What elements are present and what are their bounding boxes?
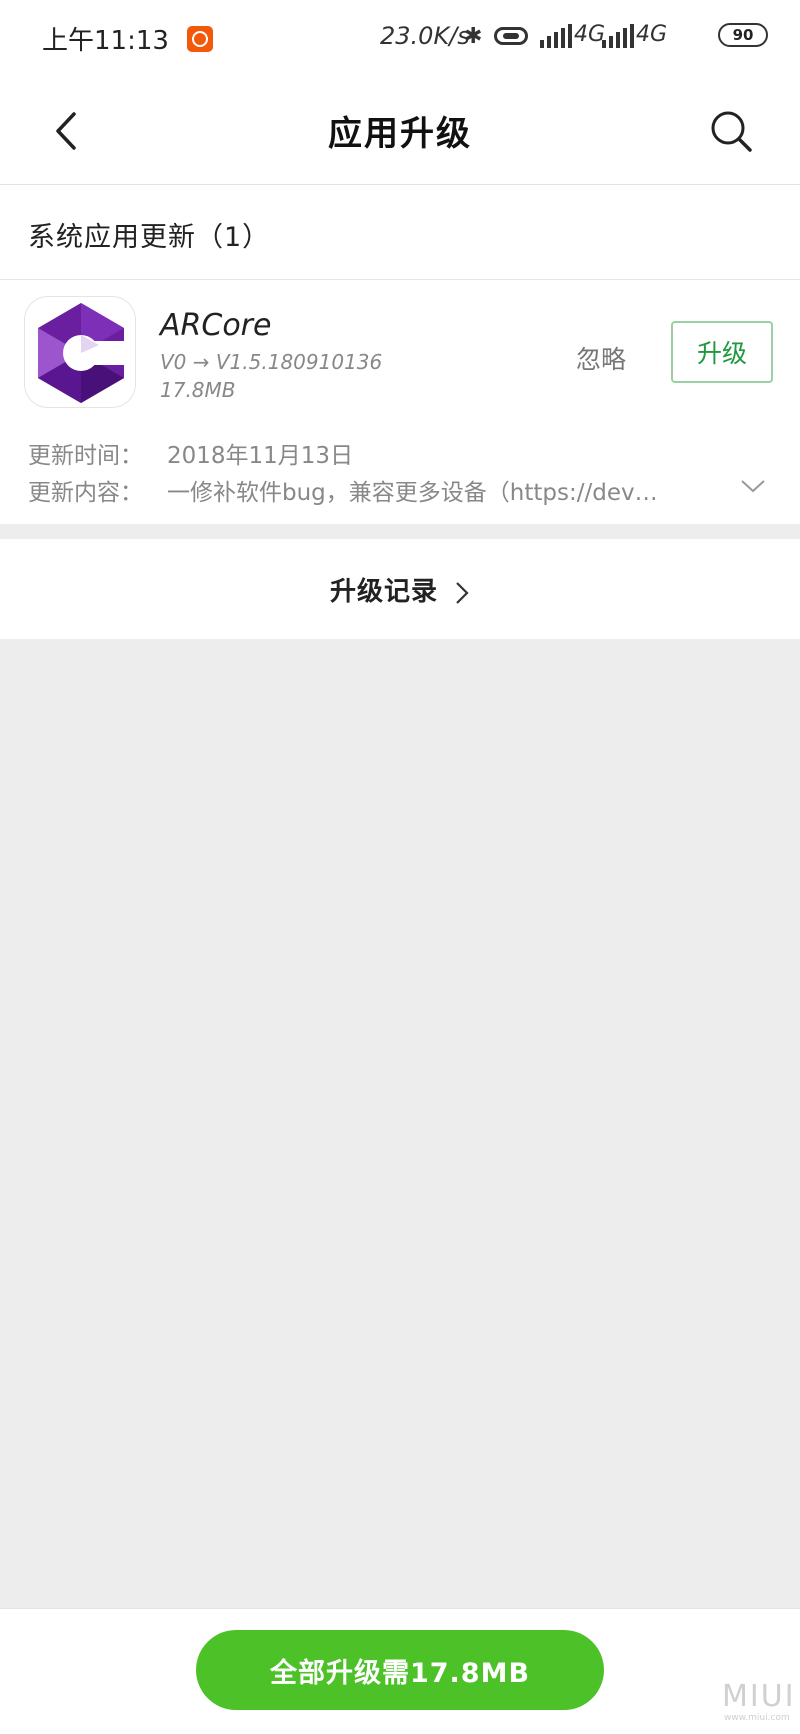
battery-icon: 90 <box>718 23 768 47</box>
update-time-label: 更新时间： <box>28 443 143 469</box>
upgrade-all-button[interactable]: 全部升级需17.8MB <box>196 1630 604 1710</box>
update-time-row: 更新时间： 2018年11月13日 <box>28 436 353 470</box>
status-right: 23.0K/s ✱ 4G 4G 90 <box>380 18 800 58</box>
miui-watermark: MIUI <box>722 1679 796 1714</box>
update-content-label: 更新内容： <box>28 480 143 506</box>
arcore-app-icon[interactable] <box>24 296 136 408</box>
section-header: 系统应用更新（1） <box>0 185 800 280</box>
network-type-2: 4G <box>636 22 668 47</box>
upgrade-button[interactable]: 升级 <box>671 321 773 383</box>
app-size: 17.8MB <box>160 378 236 402</box>
bluetooth-icon: ✱ <box>464 24 483 49</box>
signal-strength-icon-2 <box>602 24 634 48</box>
upgrade-history: 升级记录 <box>0 571 800 608</box>
search-icon[interactable] <box>708 108 754 154</box>
upgrade-history-label: 升级记录 <box>329 577 438 607</box>
ignore-button[interactable]: 忽略 <box>576 340 626 376</box>
page-title: 应用升级 <box>328 114 472 154</box>
status-bar: 上午11:13 23.0K/s ✱ 4G 4G 90 <box>0 0 800 78</box>
mi-notification-icon <box>186 25 213 52</box>
app-name: ARCore <box>160 308 272 343</box>
upgrade-history-link[interactable]: 升级记录 <box>0 539 800 639</box>
section-title: 系统应用更新（1） <box>28 222 271 253</box>
update-content-value: 一修补软件bug，兼容更多设备（https://dev… <box>167 480 658 506</box>
signal-strength-icon <box>540 24 572 48</box>
chevron-right-icon <box>456 581 469 604</box>
status-time: 上午11:13 <box>42 26 169 56</box>
miui-watermark-url: www.miui.com <box>724 1713 790 1723</box>
update-time-value: 2018年11月13日 <box>167 443 354 469</box>
nav-bar: 应用升级 <box>0 78 800 185</box>
vibrate-icon <box>494 27 528 45</box>
app-version: V0 → V1.5.180910136 <box>160 350 383 374</box>
bottom-bar: 全部升级需17.8MB MIUI www.miui.com <box>0 1608 800 1734</box>
network-speed: 23.0K/s <box>380 22 470 50</box>
network-type-1: 4G <box>574 22 606 47</box>
chevron-down-icon[interactable] <box>740 478 766 494</box>
status-left: 上午11:13 <box>42 20 213 57</box>
update-content-row: 更新内容： 一修补软件bug，兼容更多设备（https://dev… <box>28 473 688 507</box>
app-update-card: ARCore V0 → V1.5.180910136 17.8MB 忽略 升级 … <box>0 280 800 524</box>
